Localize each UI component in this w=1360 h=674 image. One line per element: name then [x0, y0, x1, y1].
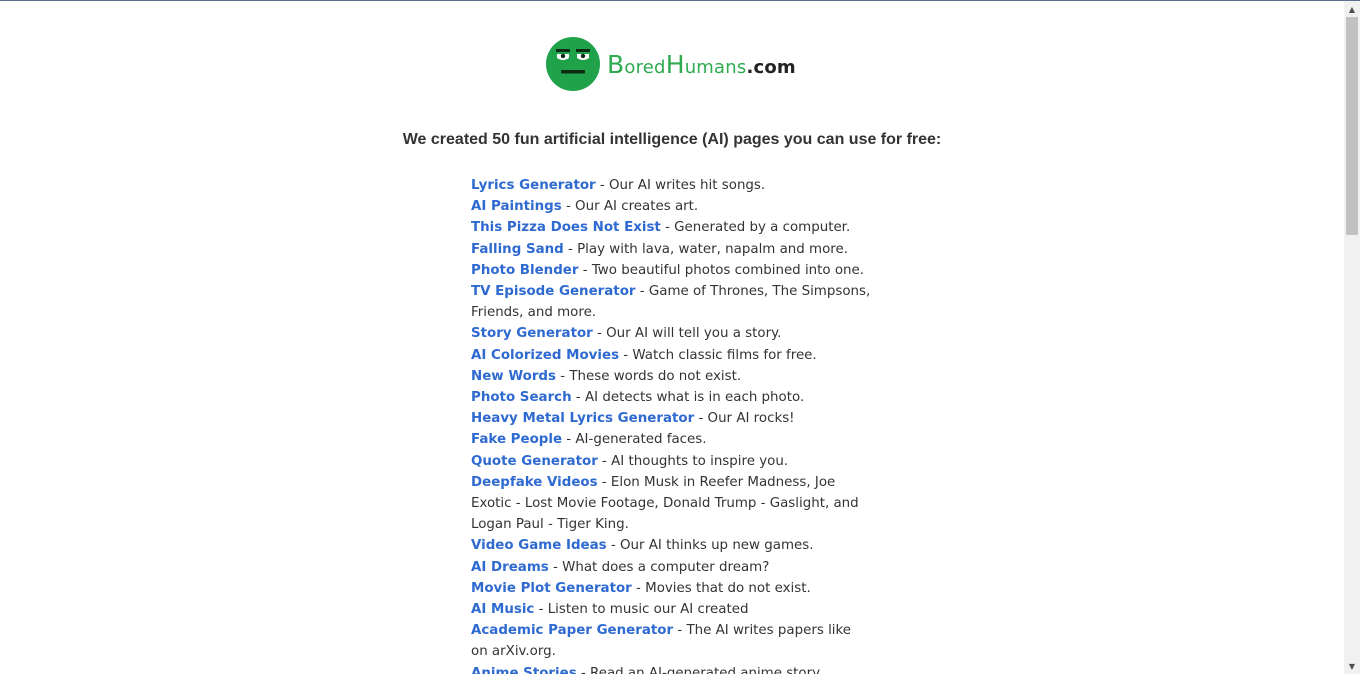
ai-page-description: - What does a computer dream? [548, 559, 770, 575]
ai-page-description: - Our AI writes hit songs. [595, 178, 766, 193]
ai-page-link[interactable]: Falling Sand [471, 242, 564, 257]
vertical-scrollbar[interactable]: ▲ ▼ [1344, 1, 1360, 674]
ai-page-description: - Our AI thinks up new games. [606, 538, 814, 554]
scrollbar-thumb[interactable] [1346, 17, 1358, 235]
ai-page-description: - AI detects what is in each photo. [571, 390, 805, 406]
ai-page-link[interactable]: Story Generator [471, 326, 593, 341]
ai-page-link[interactable]: TV Episode Generator [471, 284, 636, 299]
ai-page-description: - AI-generated faces. [562, 432, 707, 448]
list-item: This Pizza Does Not Exist - Generated by… [471, 217, 871, 238]
ai-page-description: - Read an AI-generated anime story. [576, 665, 823, 674]
ai-page-description: - Our AI will tell you a story. [592, 326, 782, 342]
page-viewport: Bored Humans .com We created 50 fun artifi… [0, 1, 1344, 674]
ai-page-description: - Play with lava, water, napalm and more… [563, 241, 848, 257]
list-item: Heavy Metal Lyrics Generator - Our AI ro… [471, 408, 871, 429]
ai-page-link[interactable]: Movie Plot Generator [471, 581, 632, 596]
list-item: Anime Stories - Read an AI-generated ani… [471, 663, 871, 674]
ai-page-link[interactable]: AI Colorized Movies [471, 348, 619, 363]
ai-page-link[interactable]: AI Music [471, 602, 534, 617]
ai-page-link[interactable]: Video Game Ideas [471, 538, 607, 553]
ai-page-link[interactable]: Quote Generator [471, 454, 598, 469]
ai-page-link[interactable]: Deepfake Videos [471, 475, 598, 490]
list-item: Video Game Ideas - Our AI thinks up new … [471, 535, 871, 556]
ai-page-link[interactable]: This Pizza Does Not Exist [471, 220, 661, 235]
site-logo-wordmark: Bored Humans .com [607, 50, 796, 79]
list-item: Quote Generator - AI thoughts to inspire… [471, 451, 871, 472]
ai-page-description: - Movies that do not exist. [631, 580, 811, 596]
page-headline: We created 50 fun artificial intelligenc… [402, 131, 942, 148]
logo-letter-h: H [665, 49, 685, 79]
logo-letter-b: B [607, 49, 625, 79]
ai-pages-list: Lyrics Generator - Our AI writes hit son… [471, 175, 871, 674]
list-item: AI Colorized Movies - Watch classic film… [471, 345, 871, 366]
ai-page-description: - Our AI creates art. [561, 199, 699, 215]
ai-page-description: - AI thoughts to inspire you. [597, 453, 789, 469]
ai-page-link[interactable]: Photo Blender [471, 263, 579, 278]
ai-page-link[interactable]: AI Dreams [471, 560, 549, 575]
list-item: Movie Plot Generator - Movies that do no… [471, 578, 871, 599]
list-item: New Words - These words do not exist. [471, 366, 871, 387]
site-logo-link[interactable]: Bored Humans .com [546, 37, 796, 91]
list-item: Lyrics Generator - Our AI writes hit son… [471, 175, 871, 196]
ai-page-description: - Generated by a computer. [660, 220, 851, 236]
ai-page-link[interactable]: Anime Stories [471, 666, 577, 674]
ai-page-description: - Watch classic films for free. [619, 347, 817, 363]
scroll-down-arrow-icon[interactable]: ▼ [1344, 658, 1360, 674]
list-item: Story Generator - Our AI will tell you a… [471, 323, 871, 344]
ai-page-link[interactable]: New Words [471, 369, 556, 384]
list-item: Photo Search - AI detects what is in eac… [471, 387, 871, 408]
ai-page-link[interactable]: Academic Paper Generator [471, 623, 673, 638]
list-item: Deepfake Videos - Elon Musk in Reefer Ma… [471, 472, 871, 536]
ai-page-link[interactable]: Heavy Metal Lyrics Generator [471, 411, 694, 426]
ai-page-description: - Listen to music our AI created [534, 602, 749, 618]
scroll-up-arrow-icon[interactable]: ▲ [1344, 1, 1360, 17]
list-item: Photo Blender - Two beautiful photos com… [471, 260, 871, 281]
list-item: AI Paintings - Our AI creates art. [471, 196, 871, 217]
logo-text-dotcom: .com [746, 56, 796, 78]
list-item: Falling Sand - Play with lava, water, na… [471, 239, 871, 260]
ai-page-link[interactable]: Lyrics Generator [471, 178, 596, 193]
ai-page-link[interactable]: AI Paintings [471, 199, 562, 214]
ai-page-description: - Two beautiful photos combined into one… [578, 262, 865, 278]
list-item: Fake People - AI-generated faces. [471, 429, 871, 450]
list-item: TV Episode Generator - Game of Thrones, … [471, 281, 871, 323]
logo-text-ored: ored [624, 56, 666, 78]
bored-face-icon [546, 37, 600, 91]
logo-text-umans: umans [684, 56, 747, 78]
list-item: AI Dreams - What does a computer dream? [471, 557, 871, 578]
ai-page-link[interactable]: Photo Search [471, 390, 572, 405]
ai-page-link[interactable]: Fake People [471, 432, 562, 447]
list-item: AI Music - Listen to music our AI create… [471, 599, 871, 620]
list-item: Academic Paper Generator - The AI writes… [471, 620, 871, 662]
ai-page-description: - Our AI rocks! [694, 411, 795, 427]
ai-page-description: - These words do not exist. [555, 368, 742, 384]
